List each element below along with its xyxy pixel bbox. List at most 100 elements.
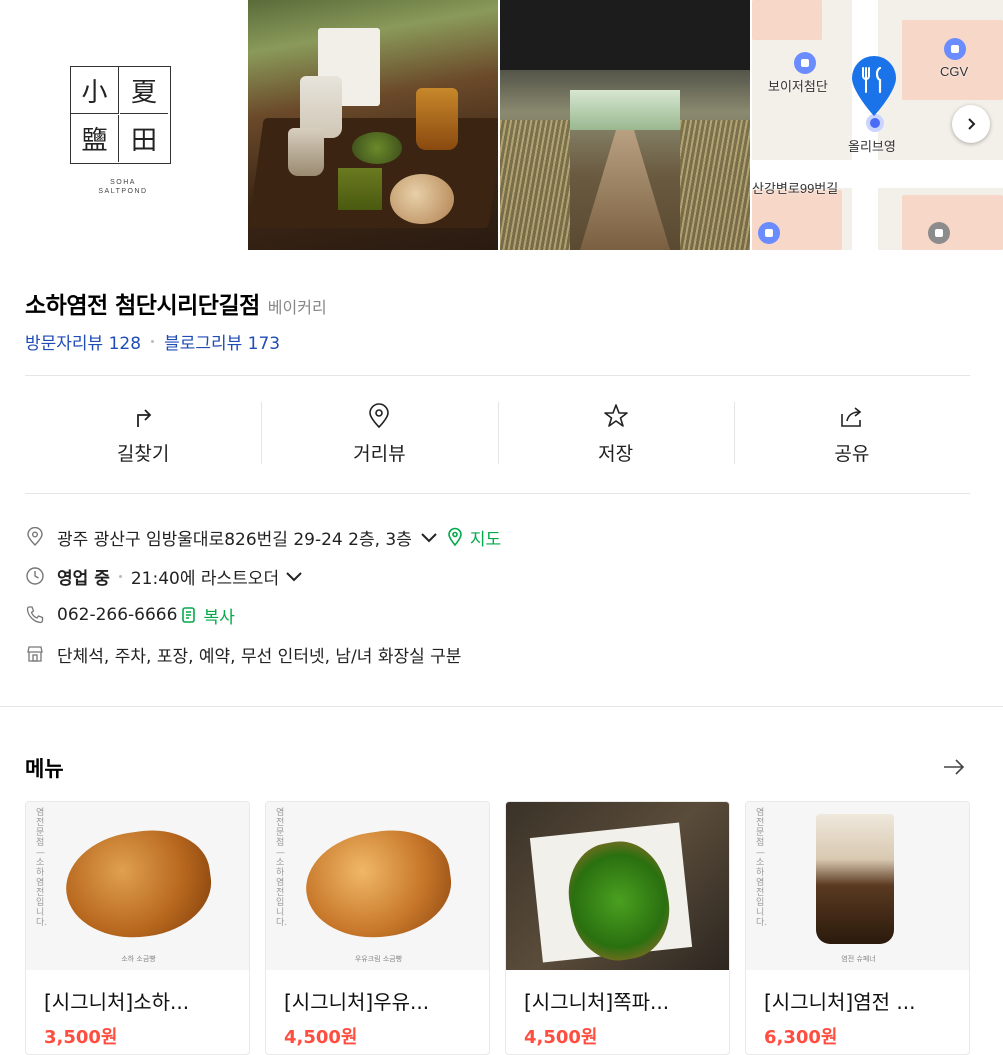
separator-dot (151, 340, 155, 343)
directions-button[interactable]: 길찾기 (25, 390, 261, 478)
map-label: CGV (940, 64, 969, 79)
place-info: 광주 광산구 임방울대로826번길 29-24 2층, 3층 지도 영업 중 2… (25, 518, 970, 674)
business-status: 영업 중 (57, 568, 110, 589)
menu-item-price: 4,500원 (284, 1027, 358, 1048)
image-caption: 소하 소금빵 (121, 955, 156, 963)
action-label: 거리뷰 (353, 442, 406, 465)
place-name: 소하염전 첨단시리단길점 (25, 293, 260, 319)
image-caption: 염전 슈페너 (841, 955, 876, 963)
action-label: 저장 (598, 442, 634, 465)
amenities-text: 단체석, 주차, 포장, 예약, 무선 인터넷, 남/녀 화장실 구분 (57, 646, 462, 667)
share-icon (841, 406, 862, 427)
restaurant-pin-icon (852, 56, 896, 116)
last-order-text: 21:40에 라스트오더 (130, 568, 280, 589)
place-poi-icon (758, 222, 780, 244)
section-divider (0, 706, 1003, 707)
map-label: 산강변로99번길 (752, 181, 839, 196)
save-button[interactable]: 저장 (497, 390, 734, 478)
logo-subtitle: SOHA SALTPOND (0, 178, 246, 196)
shop-poi-icon (794, 52, 816, 74)
action-label: 공유 (834, 442, 870, 465)
menu-item-image: 염전문점 — 소하염전입니다. 염전 슈페너 (746, 802, 969, 970)
place-category: 베이커리 (267, 298, 327, 317)
divider (25, 493, 970, 494)
tea-drink (416, 88, 458, 150)
image-side-text: 염전문점 — 소하염전입니다. (276, 808, 288, 928)
place-title-row: 소하염전 첨단시리단길점 베이커리 (25, 286, 327, 319)
menu-item-price: 6,300원 (764, 1027, 838, 1048)
address-row: 광주 광산구 임방울대로826번길 29-24 2층, 3층 지도 (25, 518, 970, 556)
share-button[interactable]: 공유 (733, 390, 970, 478)
phone-row: 062-266-6666 복사 (25, 596, 970, 634)
amenities-row: 단체석, 주차, 포장, 예약, 무선 인터넷, 남/녀 화장실 구분 (25, 635, 970, 673)
directions-icon (137, 408, 152, 427)
brand-logo: 小 夏 鹽 田 (70, 66, 171, 164)
copy-icon (182, 607, 196, 623)
phone-number: 062-266-6666 (57, 605, 178, 625)
next-photo-button[interactable] (952, 105, 990, 143)
review-counts: 방문자리뷰 128 블로그리뷰 173 (25, 329, 280, 354)
pastry (390, 174, 454, 224)
address-text: 광주 광산구 임방울대로826번길 29-24 2층, 3층 (57, 529, 412, 550)
action-bar: 길찾기 거리뷰 저장 공유 (25, 390, 970, 478)
street-view-button[interactable]: 거리뷰 (261, 390, 497, 478)
window (570, 90, 680, 130)
logo-char: 田 (130, 126, 157, 156)
divider (25, 375, 970, 376)
street-view-icon (369, 402, 390, 428)
cinema-poi-icon (944, 38, 966, 60)
map-block (752, 0, 822, 40)
logo-char: 鹽 (71, 115, 119, 162)
map-label: 보이저첨단 (768, 79, 828, 94)
matcha-cake (338, 168, 382, 210)
menu-item-card[interactable]: [시그니처]쪽파... 4,500원 (505, 801, 730, 1055)
latte-drink (288, 128, 324, 176)
phone-icon (26, 606, 44, 624)
menu-list: 염전문점 — 소하염전입니다. 소하 소금빵 [시그니처]소하... 3,500… (25, 801, 970, 1055)
image-side-text: 염전문점 — 소하염전입니다. (36, 808, 48, 928)
hours-row: 영업 중 21:40에 라스트오더 (25, 557, 970, 595)
chevron-right-icon (968, 118, 976, 130)
building-poi-icon (928, 222, 950, 244)
image-side-text: 염전문점 — 소하염전입니다. (756, 808, 768, 928)
grass-decor (500, 120, 570, 250)
map-block (902, 20, 1003, 100)
interior-photo[interactable] (500, 0, 750, 250)
map-link[interactable]: 지도 (470, 525, 501, 550)
image-caption: 우유크림 소금빵 (354, 955, 403, 963)
chevron-down-icon[interactable] (418, 527, 440, 547)
menu-item-image: 염전문점 — 소하염전입니다. 우유크림 소금빵 (266, 802, 489, 970)
photo-strip: 小 夏 鹽 田 SOHA SALTPOND 보이저첨단 CGV 올리브영 산강변… (0, 0, 1003, 250)
menu-item-card[interactable]: 염전문점 — 소하염전입니다. 소하 소금빵 [시그니처]소하... 3,500… (25, 801, 250, 1055)
blog-review-link[interactable]: 블로그리뷰 173 (164, 329, 280, 354)
logo-char: 小 (71, 67, 119, 114)
map-thumbnail[interactable]: 보이저첨단 CGV 올리브영 산강변로99번길 (752, 0, 1003, 250)
chevron-down-icon[interactable] (283, 566, 305, 586)
visitor-review-link[interactable]: 방문자리뷰 128 (25, 329, 141, 354)
menu-item-card[interactable]: 염전문점 — 소하염전입니다. 우유크림 소금빵 [시그니처]우유... 4,5… (265, 801, 490, 1055)
salt-bread (59, 822, 218, 947)
location-icon (27, 527, 43, 546)
map-label: 올리브영 (848, 139, 896, 154)
menu-item-name: [시그니처]쪽파... (524, 990, 670, 1014)
logo-sub-line: SALTPOND (98, 188, 148, 195)
logo-char: 夏 (120, 67, 168, 114)
menu-section-title: 메뉴 (25, 757, 64, 781)
cream-salt-bread (299, 822, 458, 947)
menu-item-image: 염전문점 — 소하염전입니다. 소하 소금빵 (26, 802, 249, 970)
separator-dot (118, 574, 122, 578)
menu-item-name: [시그니처]소하... (44, 990, 190, 1014)
menu-item-price: 3,500원 (44, 1027, 118, 1048)
arrow-right-icon[interactable] (942, 757, 966, 777)
food-photo[interactable] (248, 0, 498, 250)
map-block (902, 195, 1003, 250)
menu-item-card[interactable]: 염전문점 — 소하염전입니다. 염전 슈페너 [시그니처]염전 ... 6,30… (745, 801, 970, 1055)
menu-item-name: [시그니처]염전 ... (764, 990, 916, 1014)
pastry (352, 132, 402, 164)
menu-item-price: 4,500원 (524, 1027, 598, 1048)
menu-item-name: [시그니처]우유... (284, 990, 430, 1014)
copy-phone-button[interactable]: 복사 (203, 603, 234, 628)
clock-icon (26, 567, 44, 585)
map-pin-icon (448, 527, 462, 547)
logo-photo[interactable]: 小 夏 鹽 田 SOHA SALTPOND (0, 0, 246, 250)
